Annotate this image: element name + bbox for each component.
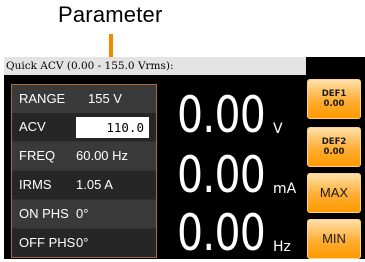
def2-softkey[interactable]: DEF2 0.00 bbox=[307, 127, 361, 167]
softkey-label: MIN bbox=[322, 231, 346, 246]
param-value: 1.05 A bbox=[76, 177, 113, 192]
voltage-value: 0.00 bbox=[177, 86, 266, 144]
param-value: 155 V bbox=[88, 91, 122, 106]
softkey-value: 0.00 bbox=[323, 99, 345, 109]
acv-value-input[interactable] bbox=[76, 117, 149, 138]
current-unit: mA bbox=[273, 181, 297, 197]
def1-softkey[interactable]: DEF1 0.00 bbox=[307, 79, 361, 119]
softkey-label: MAX bbox=[319, 185, 349, 200]
param-row-acv[interactable]: ACV bbox=[12, 113, 156, 141]
param-name: OFF PHS bbox=[19, 235, 76, 250]
param-value: 60.00 Hz bbox=[76, 148, 129, 163]
param-name: IRMS bbox=[19, 177, 52, 192]
param-row-irms[interactable]: IRMS 1.05 A bbox=[12, 171, 156, 199]
parameter-table: RANGE 155 V ACV FREQ 60.00 Hz IRMS 1.05 … bbox=[11, 84, 157, 258]
param-row-off-phs[interactable]: OFF PHS 0° bbox=[12, 229, 156, 257]
param-name: FREQ bbox=[19, 148, 56, 163]
voltage-readout: 0.00 V bbox=[177, 82, 302, 140]
softkey-title: DEF2 bbox=[321, 137, 347, 147]
parameter-callout-label: Parameter bbox=[58, 2, 163, 27]
frequency-readout: 0.00 Hz bbox=[177, 200, 302, 258]
param-row-range[interactable]: RANGE 155 V bbox=[12, 85, 156, 113]
status-bar: Quick ACV (0.00 - 155.0 Vrms): bbox=[4, 57, 306, 75]
voltage-unit: V bbox=[273, 121, 283, 137]
current-value: 0.00 bbox=[177, 146, 266, 204]
param-value: 0° bbox=[76, 235, 89, 250]
param-name: RANGE bbox=[19, 91, 66, 106]
current-readout: 0.00 mA bbox=[177, 142, 302, 200]
softkey-title: DEF1 bbox=[321, 89, 347, 99]
frequency-unit: Hz bbox=[273, 239, 291, 255]
softkey-value: 0.00 bbox=[323, 147, 345, 157]
min-softkey[interactable]: MIN bbox=[307, 219, 361, 259]
param-name: ACV bbox=[19, 119, 46, 134]
param-row-freq[interactable]: FREQ 60.00 Hz bbox=[12, 142, 156, 170]
max-softkey[interactable]: MAX bbox=[307, 173, 361, 213]
param-value: 0° bbox=[76, 206, 89, 221]
param-name: ON PHS bbox=[19, 206, 69, 221]
instrument-screen: Quick ACV (0.00 - 155.0 Vrms): RANGE 155… bbox=[4, 57, 365, 259]
frequency-value: 0.00 bbox=[177, 204, 266, 262]
param-row-on-phs[interactable]: ON PHS 0° bbox=[12, 200, 156, 228]
